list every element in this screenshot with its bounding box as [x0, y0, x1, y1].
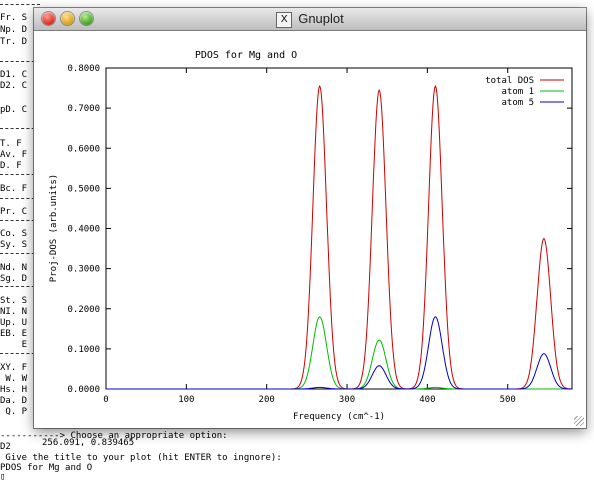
chart-title: PDOS for Mg and O [195, 50, 297, 61]
pdos-chart[interactable]: PDOS for Mg and O 0.0000 0.1000 0.2000 0.30… [34, 30, 586, 428]
terminal-label: E [0, 340, 28, 350]
terminal-label: Np. D [0, 25, 28, 35]
terminal-label: St. S [0, 296, 28, 306]
terminal-label: D2. C [0, 81, 28, 91]
y-axis: 0.0000 0.1000 0.2000 0.3000 0.4000 0.5000 0.60… [67, 64, 572, 395]
terminal-label: T. F [0, 139, 22, 149]
terminal-label: pD. C [0, 105, 28, 115]
y-axis-label: Proj-DOS (arb.units) [49, 174, 59, 282]
close-button[interactable] [42, 12, 55, 25]
y-tick-label: 0.1000 [67, 345, 100, 355]
x-tick-label: 200 [259, 395, 275, 405]
zoom-button[interactable] [80, 12, 93, 25]
terminal-label: XY. F [0, 363, 28, 373]
terminal-divider [0, 4, 40, 5]
series-line-atom-5 [106, 316, 572, 390]
terminal-label: Av. F [0, 150, 28, 160]
y-tick-label: 0.3000 [67, 265, 100, 275]
terminal-label: Up. U [0, 318, 28, 328]
terminal-label: Co. S [0, 229, 28, 239]
terminal-label: Nd. N [0, 263, 28, 273]
minimize-button[interactable] [61, 12, 74, 25]
y-tick-label: 0.7000 [67, 104, 100, 114]
y-tick-label: 0.5000 [67, 184, 100, 194]
terminal-line: PDOS for Mg and O [0, 463, 93, 473]
x-axis: 0 100 200 300 400 500 [103, 68, 516, 405]
y-tick-label: 0.0000 [67, 385, 100, 395]
series-layer [106, 84, 573, 390]
window-title-wrap: X Gnuplot [34, 8, 586, 30]
x-tick-label: 300 [339, 395, 355, 405]
x-axis-label: Frequency (cm^-1) [293, 412, 385, 422]
plot-frame [105, 67, 573, 390]
x11-icon: X [276, 11, 293, 28]
terminal-label: Hs. H [0, 385, 28, 395]
terminal-label: D1. C [0, 70, 28, 80]
resize-grip[interactable] [574, 416, 584, 426]
series-line-total-dos [106, 84, 573, 390]
x-tick-label: 0 [103, 395, 108, 405]
mouse-coordinate-readout: 256.091, 0.839465 [42, 438, 135, 448]
terminal-label: NI. N [0, 307, 28, 317]
x-tick-label: 400 [419, 395, 435, 405]
terminal-label: Pr. C [0, 207, 28, 217]
terminal-line: ▯ [0, 472, 6, 482]
terminal-label: EB. E [0, 329, 28, 339]
terminal-label: Fr. S [0, 13, 28, 23]
legend-label: atom 1 [501, 87, 534, 97]
terminal-line: Give the title to your plot (hit ENTER t… [0, 453, 282, 463]
window-titlebar[interactable]: X Gnuplot [34, 8, 586, 31]
terminal-label: Sy. S [0, 240, 28, 250]
legend-label: total DOS [485, 76, 534, 86]
y-tick-label: 0.2000 [67, 305, 100, 315]
terminal-label: W. W [0, 374, 28, 384]
terminal-line: D2 [0, 442, 11, 452]
legend-label: atom 5 [501, 98, 534, 108]
terminal-label: Da. D [0, 396, 28, 406]
plot-canvas[interactable]: PDOS for Mg and O 0.0000 0.1000 0.2000 0.30… [34, 30, 586, 448]
window-title: Gnuplot [298, 11, 344, 26]
y-tick-label: 0.4000 [67, 225, 100, 235]
x-tick-label: 500 [500, 395, 516, 405]
gnuplot-window[interactable]: X Gnuplot PDOS for Mg and O 0.0000 0.1000 0… [34, 8, 586, 448]
terminal-label: D. F [0, 161, 22, 171]
terminal-label: Sg. D [0, 274, 28, 284]
y-tick-label: 0.8000 [67, 64, 100, 74]
terminal-label: Bc. F [0, 184, 28, 194]
terminal-label: Q. P [0, 407, 28, 417]
y-tick-label: 0.6000 [67, 144, 100, 154]
terminal-label: Tr. D [0, 37, 28, 47]
legend: total DOSatom 1atom 5 [485, 76, 564, 108]
x-tick-label: 100 [178, 395, 194, 405]
series-line-atom-1 [106, 316, 572, 390]
